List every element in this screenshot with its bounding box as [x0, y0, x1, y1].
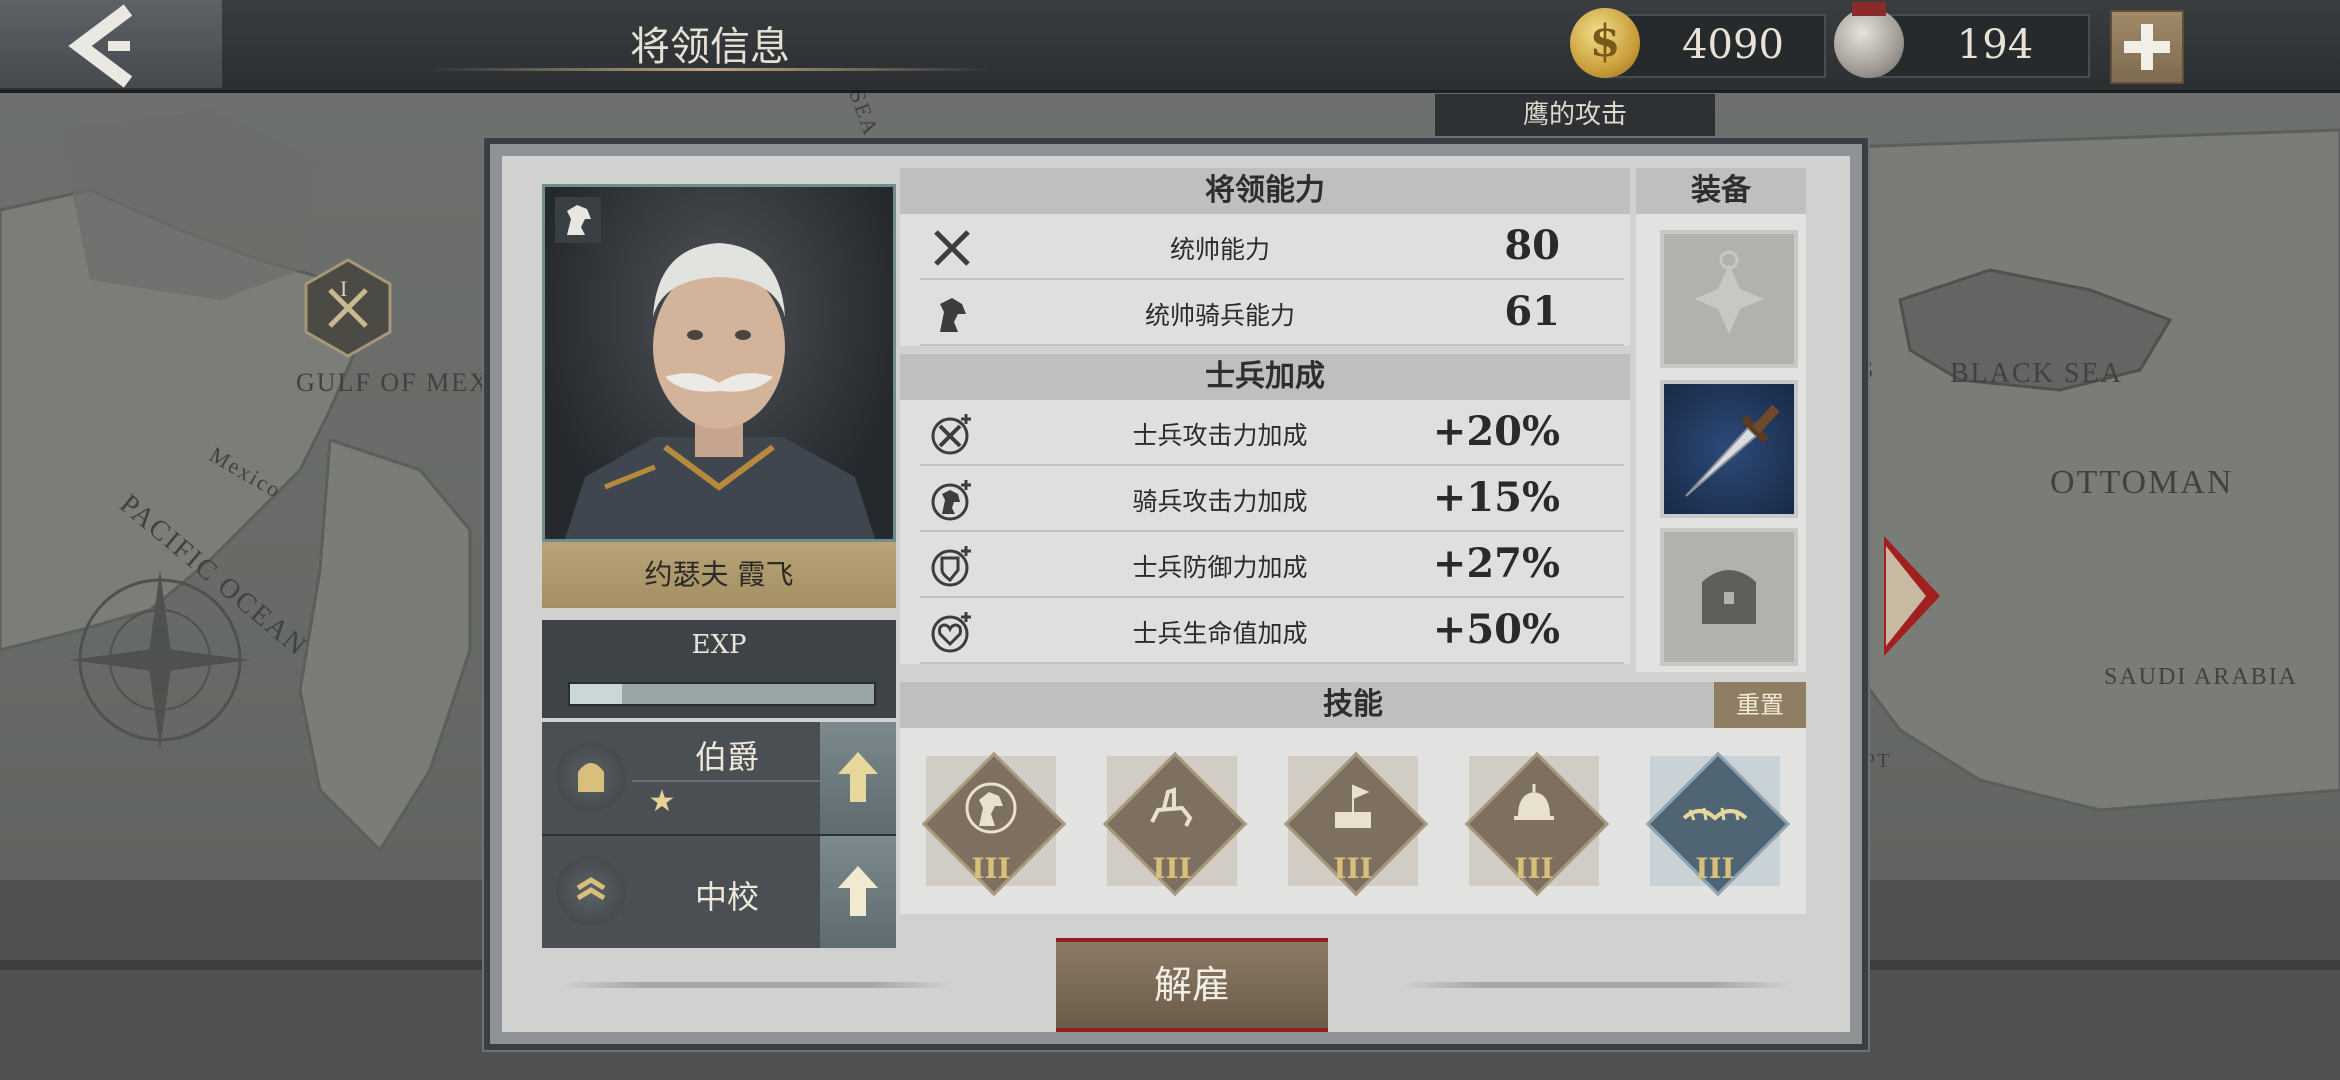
bonus-row: 士兵生命值加成 +50%: [900, 598, 1630, 664]
heart-plus-icon: [931, 612, 971, 653]
exp-panel: EXP: [542, 620, 896, 718]
bonus-label: 士兵生命值加成: [1132, 619, 1308, 648]
back-arrow-icon: [68, 4, 133, 88]
dismiss-button[interactable]: 解雇: [1056, 938, 1328, 1032]
skill-slot[interactable]: III: [1464, 751, 1610, 897]
medal-amount: 194: [1956, 22, 2034, 68]
general-info-dialog: 约瑟夫 霞飞 EXP 伯爵 ★ 中校 将领能力 统帅能力 80 统帅骑兵能力 6…: [484, 138, 1868, 1050]
barbed-wire-icon: [1682, 807, 1748, 821]
equipment-slot-empty[interactable]: [1660, 528, 1798, 666]
top-bar: 将领信息 4090 $ 194: [0, 0, 2340, 93]
equipment-column: [1636, 214, 1806, 672]
military-rank-row: 中校: [542, 836, 896, 948]
general-name: 约瑟夫 霞飞: [542, 542, 896, 608]
fort-flag-icon: [1335, 784, 1371, 828]
knight-emblem-icon: [965, 782, 1017, 834]
bonus-label: 骑兵攻击力加成: [1132, 487, 1308, 516]
bonus-value: +50%: [1432, 606, 1560, 653]
ability-row: 统帅能力 80: [900, 214, 1630, 280]
ability-value: 61: [1504, 288, 1560, 335]
skill-slot[interactable]: III: [1645, 751, 1791, 897]
horse-head-icon: [940, 298, 966, 332]
page-title: 将领信息: [630, 24, 790, 70]
skill-level: III: [1333, 852, 1373, 885]
attack-plus-icon: [931, 414, 971, 455]
bonus-header: 士兵加成: [900, 354, 1630, 400]
military-upgrade-button[interactable]: [820, 836, 896, 948]
title-underline: [430, 68, 990, 71]
noble-rank-name: 伯爵: [694, 738, 759, 776]
bonus-row: 士兵攻击力加成 +20%: [900, 400, 1630, 466]
noble-upgrade-button[interactable]: [820, 722, 896, 834]
footer-decoration-right: [1402, 982, 1792, 988]
medal-slot-icon: [1694, 250, 1764, 334]
plus-icon: [2124, 24, 2170, 70]
bonus-value: +20%: [1432, 408, 1560, 455]
bonus-value: +27%: [1432, 540, 1560, 587]
skill-level: III: [1695, 852, 1735, 885]
map-label-fragment-2: PT: [1864, 750, 1892, 772]
exp-progress-fill: [570, 684, 622, 704]
back-button[interactable]: [0, 0, 222, 88]
equipment-slot-medal[interactable]: [1660, 230, 1798, 368]
crossed-swords-icon: [934, 230, 970, 266]
map-label-ottoman: OTTOMAN: [2050, 464, 2234, 501]
reset-skills-button[interactable]: 重置: [1714, 682, 1806, 728]
general-portrait: [542, 184, 896, 542]
skill-slot[interactable]: III: [1102, 751, 1248, 897]
cavalry-plus-icon: [931, 480, 971, 521]
chest-icon: [1702, 570, 1756, 624]
bonus-row: 士兵防御力加成 +27%: [900, 532, 1630, 598]
bonus-label: 士兵攻击力加成: [1132, 421, 1308, 450]
military-rank-name: 中校: [694, 878, 759, 916]
ability-header: 将领能力: [900, 168, 1630, 214]
noble-rank-row: 伯爵 ★: [542, 722, 896, 836]
map-level-badge: I: [340, 276, 350, 301]
ability-row: 统帅骑兵能力 61: [900, 280, 1630, 346]
ability-value: 80: [1504, 222, 1560, 269]
skills-panel: III III III III III: [900, 728, 1806, 914]
skill-level: III: [1514, 852, 1554, 885]
add-currency-button[interactable]: [2110, 10, 2184, 84]
exp-label: EXP: [691, 630, 747, 660]
map-label-black-sea: BLACK SEA: [1950, 358, 2123, 389]
skill-level: III: [1152, 852, 1192, 885]
ability-label: 统帅骑兵能力: [1144, 301, 1295, 330]
shield-plus-icon: [931, 546, 971, 587]
upgrade-arrow-icon: [838, 752, 878, 802]
gold-amount: 4090: [1682, 22, 1784, 68]
dagger-icon: [1685, 404, 1780, 497]
noble-stars: ★: [648, 784, 676, 819]
bonus-label: 士兵防御力加成: [1132, 553, 1308, 582]
cavalry-class-icon: [555, 197, 601, 243]
skill-level: III: [971, 852, 1011, 885]
dialog-body: 约瑟夫 霞飞 EXP 伯爵 ★ 中校 将领能力 统帅能力 80 统帅骑兵能力 6…: [502, 156, 1850, 1032]
skill-slot[interactable]: III: [921, 751, 1067, 897]
skills-header: 技能: [900, 682, 1806, 728]
exp-progress-bar: [568, 682, 876, 706]
bonus-row: 骑兵攻击力加成 +15%: [900, 466, 1630, 532]
gold-coin-icon: $: [1570, 8, 1640, 78]
skill-slot[interactable]: III: [1283, 751, 1429, 897]
medal-coin-icon: [1834, 2, 1904, 78]
infantry-helmet-icon: [1514, 784, 1554, 820]
upgrade-arrow-icon: [838, 866, 878, 916]
cavalry-rider-icon: [1150, 787, 1193, 827]
rank-divider: [632, 780, 822, 782]
event-tag[interactable]: 鹰的攻击: [1435, 94, 1715, 136]
noble-helmet-icon: [556, 742, 626, 812]
footer-decoration-left: [562, 982, 952, 988]
bonus-value: +15%: [1432, 474, 1560, 521]
map-label-saudi: SAUDI ARABIA: [2104, 664, 2299, 690]
chevron-rank-icon: [556, 856, 626, 926]
ability-label: 统帅能力: [1169, 235, 1270, 264]
next-arrow-inner: [1886, 546, 1926, 646]
equipment-slot-dagger[interactable]: [1660, 380, 1798, 518]
equipment-header: 装备: [1636, 168, 1806, 214]
